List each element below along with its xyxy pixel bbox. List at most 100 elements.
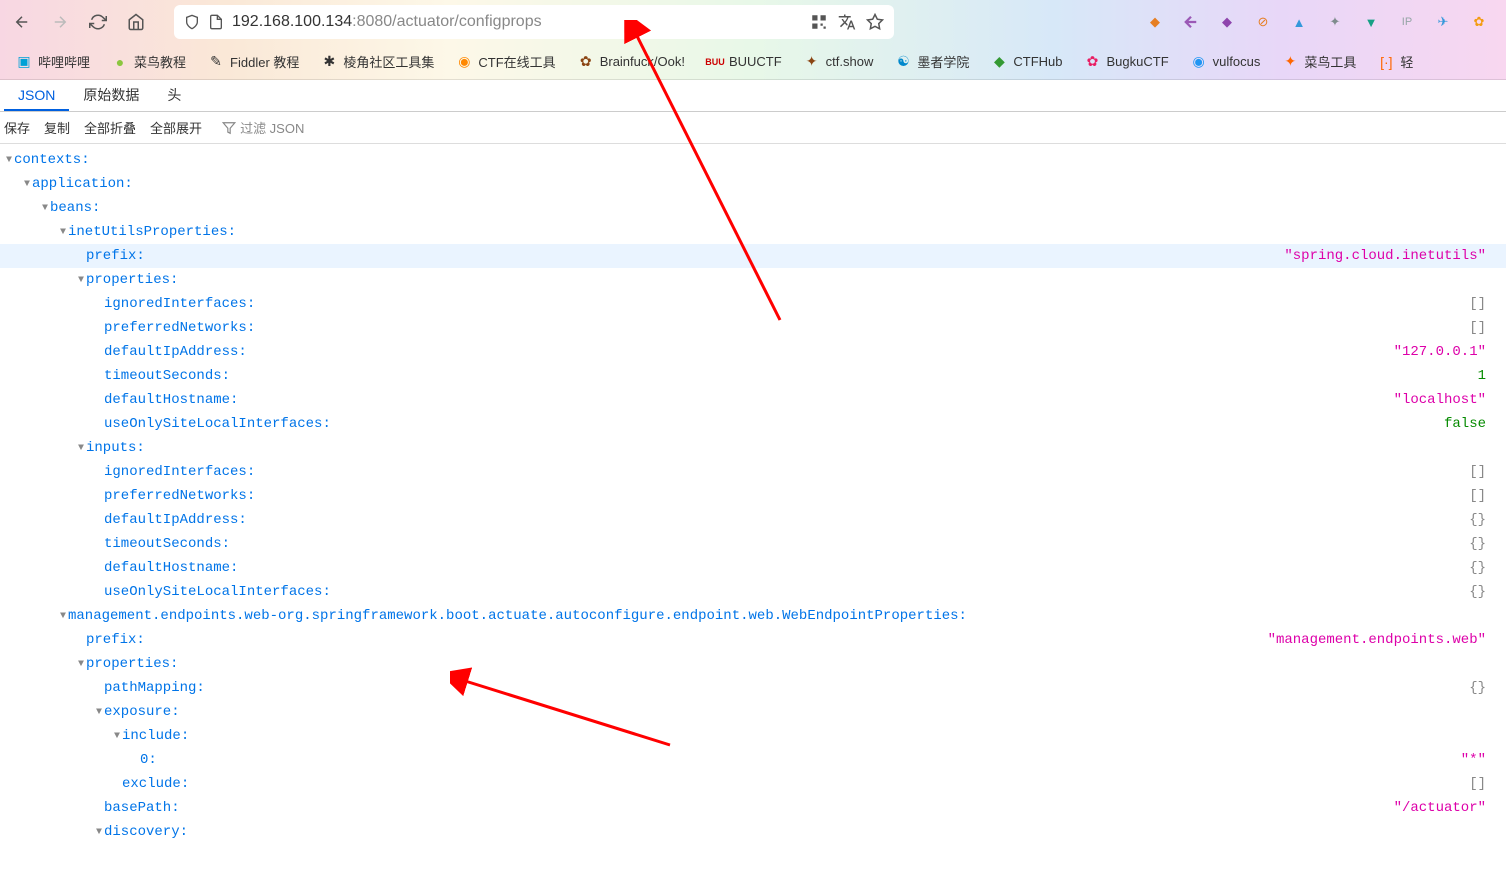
json-row-ignoredinterfaces[interactable]: ignoredInterfaces:[] bbox=[0, 292, 1506, 316]
json-value: [] bbox=[1469, 464, 1506, 480]
json-row-defaultip[interactable]: defaultIpAddress:"127.0.0.1" bbox=[0, 340, 1506, 364]
json-row-inputs-useonly[interactable]: useOnlySiteLocalInterfaces:{} bbox=[0, 580, 1506, 604]
file-icon bbox=[208, 14, 224, 30]
json-row-timeout[interactable]: timeoutSeconds:1 bbox=[0, 364, 1506, 388]
json-value: {} bbox=[1469, 512, 1506, 528]
bookmark-lengjiao[interactable]: ✱棱角社区工具集 bbox=[313, 48, 442, 75]
json-row-exposure[interactable]: ▼exposure: bbox=[0, 700, 1506, 724]
chevron-down-icon[interactable]: ▼ bbox=[76, 275, 86, 286]
ext-icon-10[interactable]: ✿ bbox=[1468, 11, 1490, 33]
json-row-application[interactable]: ▼application: bbox=[0, 172, 1506, 196]
json-value: {} bbox=[1469, 536, 1506, 552]
bookmark-bilibili[interactable]: ▣哔哩哔哩 bbox=[8, 48, 98, 75]
json-row-inetutils[interactable]: ▼inetUtilsProperties: bbox=[0, 220, 1506, 244]
qr-icon[interactable] bbox=[810, 13, 828, 31]
ext-icon-2[interactable] bbox=[1180, 11, 1202, 33]
bookmark-mozhe[interactable]: ☯墨者学院 bbox=[887, 48, 977, 75]
back-button[interactable] bbox=[8, 8, 36, 36]
chevron-down-icon[interactable]: ▼ bbox=[94, 707, 104, 718]
ext-icon-8[interactable]: IP bbox=[1396, 11, 1418, 33]
translate-icon[interactable] bbox=[838, 13, 856, 31]
reload-button[interactable] bbox=[84, 8, 112, 36]
bookmark-ctfshow[interactable]: ✦ctf.show bbox=[796, 50, 882, 74]
home-button[interactable] bbox=[122, 8, 150, 36]
bookmark-brainfuck[interactable]: ✿Brainfuck/Ook! bbox=[570, 50, 693, 74]
json-row-inputs-preferred[interactable]: preferredNetworks:[] bbox=[0, 484, 1506, 508]
json-value: [] bbox=[1469, 488, 1506, 504]
json-row-inputs-timeout[interactable]: timeoutSeconds:{} bbox=[0, 532, 1506, 556]
bookmark-buuctf[interactable]: BUUBUUCTF bbox=[699, 50, 790, 74]
json-value: {} bbox=[1469, 584, 1506, 600]
json-row-include[interactable]: ▼include: bbox=[0, 724, 1506, 748]
toolbar-collapse[interactable]: 全部折叠 bbox=[84, 118, 136, 137]
ext-icon-7[interactable]: ▼ bbox=[1360, 11, 1382, 33]
json-row-mgmt[interactable]: ▼management.endpoints.web-org.springfram… bbox=[0, 604, 1506, 628]
bookmark-star-icon[interactable] bbox=[866, 13, 884, 31]
json-row-discovery[interactable]: ▼discovery: bbox=[0, 820, 1506, 844]
chevron-down-icon[interactable]: ▼ bbox=[40, 203, 50, 214]
bookmark-runoob-tools[interactable]: ✦菜鸟工具 bbox=[1274, 48, 1364, 75]
bookmark-vulfocus[interactable]: ◉vulfocus bbox=[1183, 50, 1269, 74]
chevron-down-icon[interactable]: ▼ bbox=[58, 611, 68, 622]
json-row-properties[interactable]: ▼properties: bbox=[0, 268, 1506, 292]
json-row-inputs-hostname[interactable]: defaultHostname:{} bbox=[0, 556, 1506, 580]
bookmark-runoob[interactable]: ●菜鸟教程 bbox=[104, 48, 194, 75]
json-value: {} bbox=[1469, 560, 1506, 576]
json-row-beans[interactable]: ▼beans: bbox=[0, 196, 1506, 220]
ext-icon-5[interactable]: ▲ bbox=[1288, 11, 1310, 33]
chevron-down-icon[interactable]: ▼ bbox=[76, 659, 86, 670]
json-value: {} bbox=[1469, 680, 1506, 696]
chevron-down-icon[interactable]: ▼ bbox=[22, 179, 32, 190]
bookmark-more[interactable]: [·]轻 bbox=[1370, 48, 1421, 75]
url-text: 192.168.100.134:8080/actuator/configprop… bbox=[232, 13, 802, 31]
json-row-exclude[interactable]: exclude:[] bbox=[0, 772, 1506, 796]
json-value: "localhost" bbox=[1394, 392, 1506, 408]
chevron-down-icon[interactable]: ▼ bbox=[4, 155, 14, 166]
json-row-defaulthostname[interactable]: defaultHostname:"localhost" bbox=[0, 388, 1506, 412]
json-row-pathmapping[interactable]: pathMapping:{} bbox=[0, 676, 1506, 700]
json-value: [] bbox=[1469, 296, 1506, 312]
bookmark-ctftools[interactable]: ◉CTF在线工具 bbox=[448, 48, 563, 75]
json-row-mgmt-prefix[interactable]: prefix:"management.endpoints.web" bbox=[0, 628, 1506, 652]
json-row-preferrednetworks[interactable]: preferredNetworks:[] bbox=[0, 316, 1506, 340]
json-value: "spring.cloud.inetutils" bbox=[1284, 248, 1506, 264]
json-row-prefix[interactable]: prefix:"spring.cloud.inetutils" bbox=[0, 244, 1506, 268]
toolbar-filter[interactable]: 过滤 JSON bbox=[222, 118, 304, 137]
toolbar-copy[interactable]: 复制 bbox=[44, 118, 70, 137]
shield-icon bbox=[184, 14, 200, 30]
json-row-mgmt-properties[interactable]: ▼properties: bbox=[0, 652, 1506, 676]
json-value: "management.endpoints.web" bbox=[1268, 632, 1506, 648]
json-row-basepath[interactable]: basePath:"/actuator" bbox=[0, 796, 1506, 820]
json-row-inputs[interactable]: ▼inputs: bbox=[0, 436, 1506, 460]
chevron-down-icon[interactable]: ▼ bbox=[58, 227, 68, 238]
bookmark-bugku[interactable]: ✿BugkuCTF bbox=[1077, 50, 1177, 74]
json-row-inputs-ignored[interactable]: ignoredInterfaces:[] bbox=[0, 460, 1506, 484]
json-toolbar: 保存 复制 全部折叠 全部展开 过滤 JSON bbox=[0, 112, 1506, 144]
bookmark-ctfhub[interactable]: ◆CTFHub bbox=[983, 50, 1070, 74]
extension-icons: ◆ ◆ ⊘ ▲ ✦ ▼ IP ✈ ✿ bbox=[1144, 11, 1498, 33]
json-value: "127.0.0.1" bbox=[1394, 344, 1506, 360]
tab-headers[interactable]: 头 bbox=[153, 79, 195, 111]
json-row-inputs-defaultip[interactable]: defaultIpAddress:{} bbox=[0, 508, 1506, 532]
ext-icon-4[interactable]: ⊘ bbox=[1252, 11, 1274, 33]
json-value: [] bbox=[1469, 320, 1506, 336]
chevron-down-icon[interactable]: ▼ bbox=[112, 731, 122, 742]
ext-icon-1[interactable]: ◆ bbox=[1144, 11, 1166, 33]
url-bar[interactable]: 192.168.100.134:8080/actuator/configprop… bbox=[174, 5, 894, 39]
tab-json[interactable]: JSON bbox=[4, 81, 69, 111]
ext-icon-6[interactable]: ✦ bbox=[1324, 11, 1346, 33]
json-row-contexts[interactable]: ▼contexts: bbox=[0, 148, 1506, 172]
chevron-down-icon[interactable]: ▼ bbox=[94, 827, 104, 838]
ext-icon-9[interactable]: ✈ bbox=[1432, 11, 1454, 33]
json-row-include-0[interactable]: 0:"*" bbox=[0, 748, 1506, 772]
forward-button[interactable] bbox=[46, 8, 74, 36]
toolbar-save[interactable]: 保存 bbox=[4, 118, 30, 137]
toolbar-expand[interactable]: 全部展开 bbox=[150, 118, 202, 137]
chevron-down-icon[interactable]: ▼ bbox=[76, 443, 86, 454]
json-value: "*" bbox=[1461, 752, 1506, 768]
json-row-useonly[interactable]: useOnlySiteLocalInterfaces:false bbox=[0, 412, 1506, 436]
bookmark-fiddler[interactable]: ✎Fiddler 教程 bbox=[200, 48, 307, 75]
viewer-tabs: JSON 原始数据 头 bbox=[0, 80, 1506, 112]
tab-raw[interactable]: 原始数据 bbox=[69, 79, 153, 111]
ext-icon-3[interactable]: ◆ bbox=[1216, 11, 1238, 33]
